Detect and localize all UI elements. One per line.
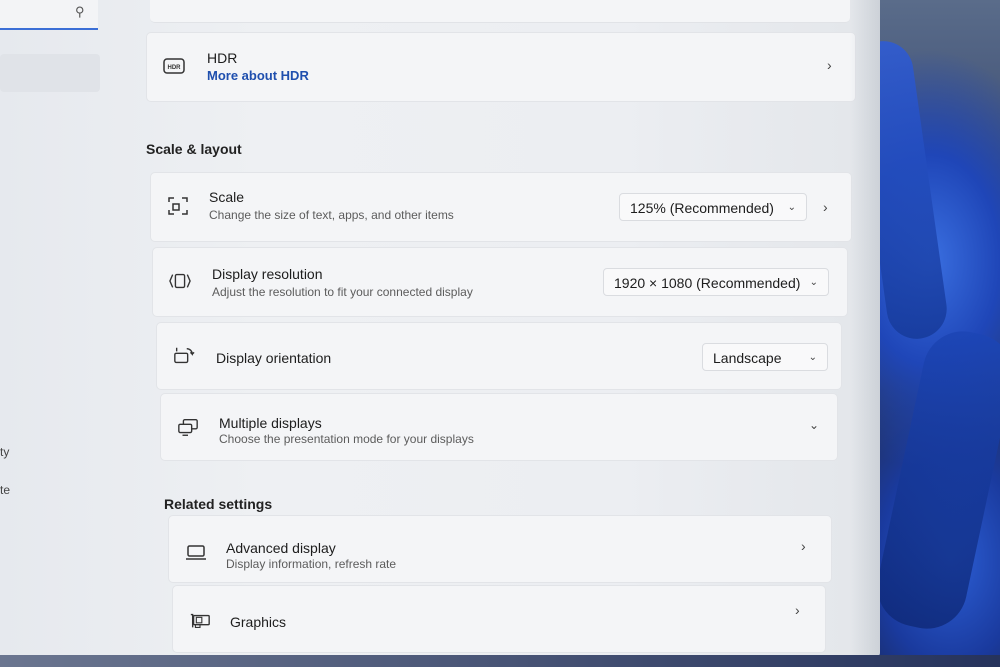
graphics-card-icon [190, 613, 210, 628]
chevron-right-icon: › [795, 602, 800, 618]
hdr-title: HDR [207, 50, 238, 66]
display-orientation-dropdown[interactable]: Landscape ⌄ [702, 343, 828, 371]
more-about-hdr-link[interactable]: More about HDR [207, 68, 309, 83]
chevron-down-icon[interactable]: ⌄ [809, 418, 819, 432]
chevron-down-icon: ⌄ [808, 352, 817, 363]
display-resolution-dropdown-value: 1920 × 1080 (Recommended) [614, 275, 801, 291]
section-header-scale-layout: Scale & layout [146, 141, 242, 157]
display-orientation-dropdown-value: Landscape [713, 350, 782, 366]
scale-icon [168, 197, 188, 215]
display-resolution-subtitle: Adjust the resolution to fit your connec… [212, 285, 473, 299]
svg-text:HDR: HDR [168, 65, 182, 71]
display-orientation-title: Display orientation [216, 350, 332, 366]
multiple-displays-card[interactable]: Multiple displays Choose the presentatio… [160, 393, 838, 461]
multiple-displays-title: Multiple displays [219, 415, 322, 431]
section-header-related-settings: Related settings [164, 496, 273, 512]
graphics-card[interactable]: Graphics › [172, 585, 826, 653]
orientation-icon [174, 347, 195, 364]
main-content: HDR HDR More about HDR › Scale & layout … [0, 0, 880, 660]
chevron-right-icon: › [801, 538, 806, 554]
multiple-displays-subtitle: Choose the presentation mode for your di… [219, 432, 474, 446]
advanced-display-title: Advanced display [226, 540, 336, 556]
previous-setting-card[interactable] [150, 0, 850, 23]
chevron-down-icon: ⌄ [787, 202, 796, 213]
scale-subtitle: Change the size of text, apps, and other… [209, 208, 454, 222]
wallpaper-swirl [869, 323, 1000, 637]
multiple-displays-icon [178, 418, 198, 436]
scale-card[interactable]: Scale Change the size of text, apps, and… [150, 172, 852, 242]
graphics-title: Graphics [230, 614, 287, 630]
display-resolution-card[interactable]: Display resolution Adjust the resolution… [152, 247, 848, 317]
taskbar-edge [0, 655, 1000, 667]
chevron-down-icon: ⌄ [809, 277, 818, 288]
display-orientation-card[interactable]: Display orientation Landscape ⌄ [156, 322, 842, 390]
chevron-right-icon: › [827, 57, 832, 73]
monitor-icon [186, 545, 206, 560]
hdr-icon: HDR [163, 58, 185, 74]
chevron-right-icon[interactable]: › [823, 199, 828, 215]
scale-title: Scale [209, 189, 245, 205]
advanced-display-subtitle: Display information, refresh rate [226, 557, 397, 571]
scale-dropdown[interactable]: 125% (Recommended) ⌄ [619, 193, 807, 221]
advanced-display-card[interactable]: Advanced display Display information, re… [168, 515, 832, 583]
settings-window: ⚲ ty te HDR HDR More about HDR › Scale &… [0, 0, 880, 660]
display-resolution-title: Display resolution [212, 266, 323, 282]
scale-dropdown-value: 125% (Recommended) [630, 200, 774, 216]
display-resolution-dropdown[interactable]: 1920 × 1080 (Recommended) ⌄ [603, 268, 829, 296]
resolution-icon [169, 273, 191, 289]
hdr-card[interactable]: HDR HDR More about HDR › [146, 32, 856, 102]
